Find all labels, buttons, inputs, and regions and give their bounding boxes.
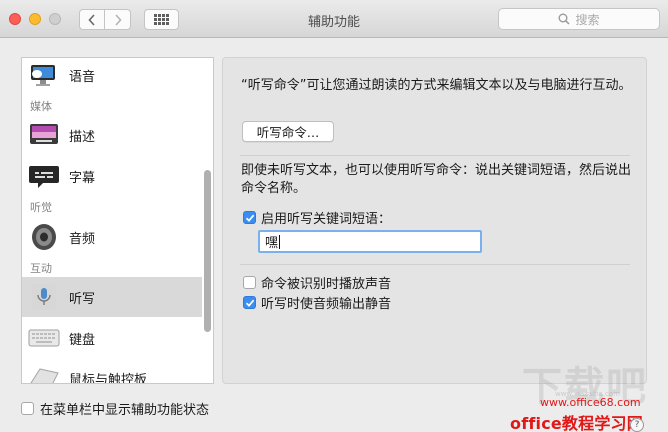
search-placeholder: 搜索 bbox=[575, 12, 600, 27]
sidebar-list[interactable]: 语音 媒体 描述 字幕 听觉 音频 互动 听写 键盘 鼠标与触控板 bbox=[21, 57, 214, 384]
sidebar-section-interaction: 互动 bbox=[30, 262, 52, 275]
checkbox-box[interactable] bbox=[243, 211, 256, 224]
sidebar-item-mouse-trackpad[interactable]: 鼠标与触控板 bbox=[22, 358, 202, 384]
help-button[interactable]: ? bbox=[630, 418, 644, 432]
mute-audio-checkbox[interactable]: 听写时使音频输出静音 bbox=[243, 293, 391, 312]
dictation-commands-button[interactable]: 听写命令… bbox=[242, 121, 334, 142]
checkbox-box[interactable] bbox=[21, 402, 34, 415]
checkbox-label: 在菜单栏中显示辅助功能状态 bbox=[40, 403, 210, 418]
sidebar-section-media: 媒体 bbox=[30, 100, 52, 113]
search-input[interactable]: 搜索 bbox=[498, 8, 660, 30]
keyboard-icon bbox=[28, 324, 60, 352]
keyword-description: 即使未听写文本，也可以使用听写命令：说出关键词短语，然后说出命令名称。 bbox=[241, 163, 632, 196]
search-icon bbox=[558, 13, 571, 25]
sidebar-item-label: 听写 bbox=[69, 291, 96, 307]
sidebar-scrollbar[interactable] bbox=[204, 170, 211, 332]
watermark-brand: office教程学习网 bbox=[510, 414, 643, 432]
sidebar-item-description[interactable]: 描述 bbox=[22, 115, 202, 155]
checkbox-box[interactable] bbox=[243, 276, 256, 289]
show-status-in-menubar-checkbox[interactable]: 在菜单栏中显示辅助功能状态 bbox=[21, 399, 209, 418]
separator bbox=[240, 155, 630, 156]
speaker-icon bbox=[28, 223, 60, 251]
play-sound-checkbox[interactable]: 命令被识别时播放声音 bbox=[243, 273, 391, 292]
sidebar-item-label: 键盘 bbox=[69, 332, 96, 348]
sidebar-item-label: 字幕 bbox=[69, 170, 96, 186]
keyword-phrase-value: 嘿 bbox=[265, 236, 279, 251]
sidebar-item-keyboard[interactable]: 键盘 bbox=[22, 318, 202, 358]
sidebar-item-captions[interactable]: 字幕 bbox=[22, 156, 202, 196]
sidebar-item-dictation[interactable]: 听写 bbox=[22, 277, 202, 317]
title-bar: 辅助功能 搜索 bbox=[0, 0, 668, 38]
enable-keyword-checkbox[interactable]: 启用听写关键词短语： bbox=[243, 208, 391, 227]
separator bbox=[240, 264, 630, 265]
dictation-commands-description: “听写命令”可让您通过朗读的方式来编辑文本以及与电脑进行互动。 bbox=[241, 78, 632, 93]
sidebar-item-label: 描述 bbox=[69, 129, 96, 145]
checkmark-icon bbox=[245, 299, 254, 307]
description-icon bbox=[28, 121, 60, 149]
checkbox-label: 启用听写关键词短语： bbox=[261, 212, 392, 227]
sidebar-item-audio[interactable]: 音频 bbox=[22, 217, 202, 257]
sidebar-item-speech[interactable]: 语音 bbox=[22, 58, 202, 95]
sidebar-section-hearing: 听觉 bbox=[30, 201, 52, 214]
text-caret bbox=[279, 234, 281, 249]
keyword-phrase-input[interactable]: 嘿 bbox=[258, 230, 482, 253]
checkbox-label: 命令被识别时播放声音 bbox=[261, 277, 392, 292]
sidebar-item-label: 音频 bbox=[69, 231, 96, 247]
sidebar-item-label: 鼠标与触控板 bbox=[69, 372, 148, 384]
speech-monitor-icon bbox=[28, 61, 60, 89]
microphone-icon bbox=[28, 283, 60, 311]
checkbox-box[interactable] bbox=[243, 296, 256, 309]
checkmark-icon bbox=[245, 214, 254, 222]
watermark-url: www.office68.com bbox=[540, 396, 641, 409]
mouse-trackpad-icon bbox=[28, 364, 60, 383]
dictation-panel: “听写命令”可让您通过朗读的方式来编辑文本以及与电脑进行互动。 听写命令… 即使… bbox=[222, 57, 647, 384]
captions-icon bbox=[28, 162, 60, 190]
checkbox-label: 听写时使音频输出静音 bbox=[261, 297, 392, 312]
sidebar-item-label: 语音 bbox=[69, 69, 96, 85]
